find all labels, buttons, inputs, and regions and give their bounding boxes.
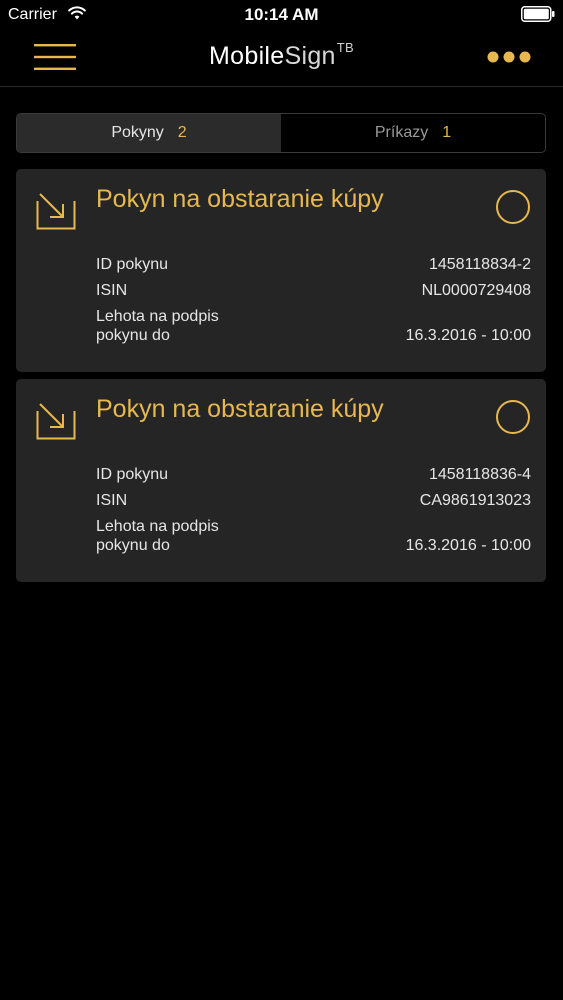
app-title-superscript: TB [336,40,354,55]
tab-count-badge: 2 [177,124,187,141]
detail-label: ID pokynu [96,466,169,483]
detail-value: NL0000729408 [421,282,531,299]
tab-label: Pokyny [111,124,164,141]
app-title-thin: Sign [284,42,336,70]
detail-value: 1458118834-2 [428,256,531,273]
card-title: Pokyn na obstaranie kúpy [96,395,384,423]
detail-row: ISIN CA9861913023 [96,491,531,510]
tab-pokyny[interactable]: Pokyny 2 [17,114,281,152]
detail-value: 1458118836-4 [428,466,531,483]
tab-count-badge: 1 [442,124,452,141]
status-time: 10:14 AM [244,5,319,24]
detail-value: 16.3.2016 - 10:00 [405,537,531,554]
detail-row: Lehota na podpis pokynu do 16.3.2016 - 1… [96,517,531,555]
status-bar: Carrier 10:14 AM [0,0,563,30]
more-icon[interactable] [487,51,531,63]
detail-label: Lehota na podpis pokynu do [96,518,219,554]
tab-label: Príkazy [374,124,429,141]
detail-row: ISIN NL0000729408 [96,281,531,300]
order-card[interactable]: Pokyn na obstaranie kúpy ID pokynu 14581… [16,379,546,582]
detail-label: ISIN [96,492,128,509]
detail-value: 16.3.2016 - 10:00 [405,327,531,344]
tab-prikazy[interactable]: Príkazy 1 [281,114,545,152]
card-title: Pokyn na obstaranie kúpy [96,185,384,213]
select-circle-icon[interactable] [495,399,531,435]
tab-switcher: Pokyny 2 Príkazy 1 [16,113,546,153]
detail-label: ID pokynu [96,256,169,273]
select-circle-icon[interactable] [495,189,531,225]
battery-icon [521,6,555,22]
incoming-arrow-icon [36,193,76,230]
detail-row: ID pokynu 1458118836-4 [96,465,531,484]
detail-value: CA9861913023 [419,492,531,509]
detail-label: Lehota na podpis pokynu do [96,308,219,344]
incoming-arrow-icon [36,403,76,440]
detail-row: ID pokynu 1458118834-2 [96,255,531,274]
detail-row: Lehota na podpis pokynu do 16.3.2016 - 1… [96,307,531,345]
app-title: MobileSignTB [0,40,563,71]
app-title-bold: Mobile [209,42,285,70]
nav-bar: MobileSignTB [0,30,563,87]
order-card[interactable]: Pokyn na obstaranie kúpy ID pokynu 14581… [16,169,546,372]
detail-label: ISIN [96,282,128,299]
